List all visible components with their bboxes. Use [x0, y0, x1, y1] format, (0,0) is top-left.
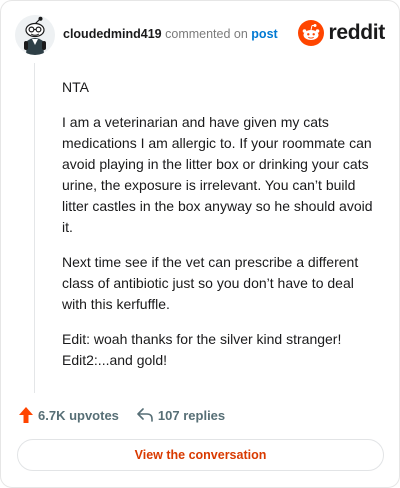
snoo-avatar-icon — [15, 15, 55, 55]
view-conversation-label: View the conversation — [134, 448, 267, 462]
comment-paragraph: NTA — [62, 79, 89, 95]
edit-line-1: Edit: woah thanks for the silver kind st… — [62, 331, 342, 347]
comment-actions: 6.7K upvotes 107 replies — [19, 405, 225, 425]
replies-button[interactable]: 107 replies — [137, 408, 225, 423]
upvote-arrow-icon — [19, 407, 33, 423]
edit-line-2: Edit2:...and gold! — [62, 352, 168, 368]
comment-header: cloudedmind419 commented on post reddit — [15, 15, 385, 55]
upvote-button[interactable]: 6.7K upvotes — [19, 407, 119, 423]
user-avatar[interactable] — [15, 15, 55, 55]
reply-count: 107 replies — [157, 407, 226, 423]
reddit-snoo-icon — [298, 20, 325, 46]
reply-arrow-icon — [137, 408, 153, 422]
username[interactable]: cloudedmind419 — [63, 27, 162, 41]
view-conversation-button[interactable]: View the conversation — [17, 439, 384, 471]
comment-paragraph: Next time see if the vet can prescribe a… — [62, 254, 359, 312]
action-text: commented on — [165, 27, 248, 41]
thread-line[interactable] — [34, 63, 35, 393]
comment-card: cloudedmind419 commented on post reddit … — [0, 0, 400, 488]
comment-paragraph: I am a veterinarian and have given my ca… — [62, 114, 373, 235]
reddit-logo[interactable]: reddit — [298, 19, 385, 47]
post-link[interactable]: post — [251, 27, 277, 41]
upvote-count: 6.7K upvotes — [38, 407, 119, 423]
comment-edits: Edit: woah thanks for the silver kind st… — [62, 329, 382, 371]
reddit-wordmark: reddit — [328, 21, 385, 44]
comment-body: NTA I am a veterinarian and have given m… — [62, 77, 382, 371]
comment-meta: cloudedmind419 commented on post — [63, 27, 278, 41]
